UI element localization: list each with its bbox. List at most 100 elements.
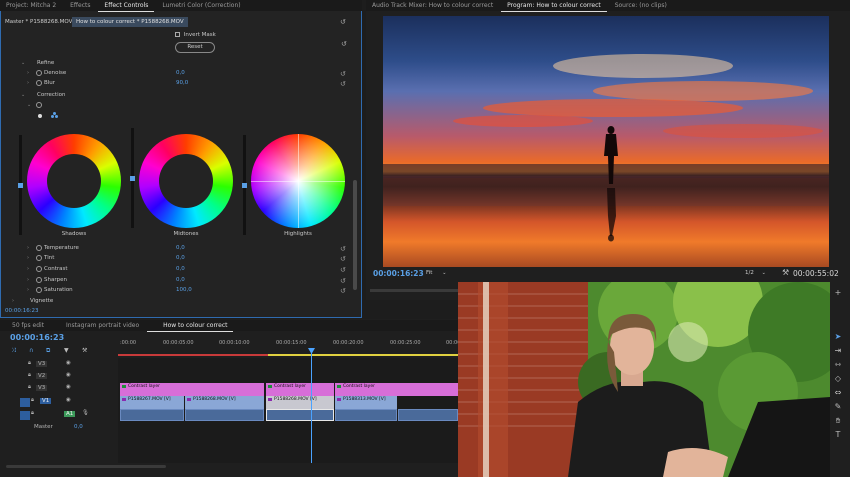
blur-row[interactable]: › Blur 90,0 ↺ [0, 78, 362, 88]
adjustment-clip[interactable]: Contrast layer [120, 383, 264, 396]
lock-icon[interactable]: 🔒︎ [28, 372, 31, 379]
tab-effects[interactable]: Effects [64, 0, 96, 11]
reset-button[interactable]: Reset [175, 42, 215, 53]
marker-icon[interactable]: ▼ [64, 347, 69, 354]
tab-audio-mixer[interactable]: Audio Track Mixer: How to colour correct [366, 0, 499, 11]
chevron-down-icon[interactable]: ⌄ [27, 100, 31, 110]
invert-mask-checkbox[interactable] [175, 32, 180, 37]
snap-icon[interactable]: ∩ [29, 347, 33, 354]
lock-icon[interactable]: 🔒︎ [28, 360, 31, 367]
eye-icon[interactable]: ◉ [66, 372, 71, 378]
source-patch-a1[interactable] [20, 411, 30, 420]
reset-icon[interactable]: ↺ [341, 40, 347, 48]
tab-program[interactable]: Program: How to colour correct [501, 0, 607, 12]
add-marker-icon[interactable]: + [833, 288, 843, 298]
denoise-value[interactable]: 0,0 [176, 68, 185, 78]
stopwatch-icon[interactable] [36, 255, 42, 261]
timeline-h-scrollbar[interactable] [6, 465, 166, 468]
saturation-value[interactable]: 100,0 [176, 285, 192, 295]
denoise-row[interactable]: › Denoise 0,0 ↺ [0, 68, 362, 78]
track-select-icon[interactable]: ⇥ [833, 346, 843, 356]
program-timecode[interactable]: 00:00:16:23 [373, 269, 424, 278]
three-wheels-icon[interactable] [51, 112, 58, 119]
eye-icon[interactable]: ◉ [66, 384, 71, 390]
temperature-value[interactable]: 0,0 [176, 243, 185, 253]
midtones-luma-slider[interactable] [130, 128, 135, 228]
chevron-right-icon[interactable]: › [27, 285, 29, 295]
contrast-row[interactable]: › Contrast 0,0 ↺ [0, 264, 362, 274]
eye-icon[interactable]: ◉ [66, 397, 71, 403]
sequence-clip-label[interactable]: How to colour correct * P1588268.MOV [72, 17, 188, 27]
audio-clip[interactable] [120, 409, 184, 421]
track-label-a1[interactable]: A1 [64, 411, 76, 417]
audio-clip[interactable] [335, 409, 397, 421]
reset-icon[interactable]: ↺ [340, 265, 346, 275]
selection-tool-icon[interactable]: ➤ [833, 332, 843, 342]
resolution-dropdown[interactable]: 1/2 ⌄ [745, 270, 766, 276]
eye-icon[interactable]: ◉ [66, 360, 71, 366]
tab-effect-controls[interactable]: Effect Controls [98, 0, 155, 12]
stopwatch-icon[interactable] [36, 287, 42, 293]
correction-row[interactable]: ⌄ Correction [0, 90, 362, 100]
stopwatch-icon[interactable] [36, 70, 42, 76]
reset-icon[interactable]: ↺ [340, 17, 346, 27]
video-clip[interactable]: P1588313.MOV [V] [335, 396, 397, 409]
lock-icon[interactable]: 🔒︎ [31, 397, 34, 404]
track-label-v1[interactable]: V1 [40, 398, 52, 404]
track-label-v3b[interactable]: V3 [36, 385, 48, 391]
stopwatch-icon[interactable] [36, 80, 42, 86]
mic-icon[interactable]: 🎙︎ [82, 410, 89, 416]
reset-icon[interactable]: ↺ [340, 79, 346, 89]
playhead-line[interactable] [311, 350, 312, 463]
settings-wrench-icon[interactable]: ⚒ [82, 347, 87, 354]
chevron-right-icon[interactable]: › [27, 264, 29, 274]
pen-tool-icon[interactable]: ✎ [833, 402, 843, 412]
audio-clip-selected[interactable] [266, 409, 334, 421]
type-tool-icon[interactable]: T [833, 430, 843, 440]
tab-how-to-colour-correct[interactable]: How to colour correct [147, 320, 234, 332]
master-volume-value[interactable]: 0,0 [74, 424, 83, 430]
tab-project[interactable]: Project: Mitcha 2 [0, 0, 62, 11]
stopwatch-icon[interactable] [36, 102, 42, 108]
saturation-row[interactable]: › Saturation 100,0 ↺ [0, 285, 362, 295]
slip-tool-icon[interactable]: ⇔ [833, 388, 843, 398]
stopwatch-icon[interactable] [36, 277, 42, 283]
tab-lumetri[interactable]: Lumetri Color (Correction) [156, 0, 246, 11]
reset-icon[interactable]: ↺ [340, 254, 346, 264]
timeline-ruler[interactable]: :00:00 00:00:05:00 00:00:10:00 00:00:15:… [118, 340, 460, 358]
tab-instagram[interactable]: Instagram portrait video [52, 320, 145, 331]
chevron-right-icon[interactable]: › [27, 275, 29, 285]
timeline-timecode[interactable]: 00:00:16:23 [10, 333, 64, 342]
highlights-luma-slider[interactable] [242, 135, 247, 235]
effect-controls-timecode[interactable]: 00:00:16:23 [5, 308, 39, 314]
reset-icon[interactable]: ↺ [340, 286, 346, 296]
highlights-wheel[interactable] [251, 134, 345, 228]
fit-dropdown[interactable]: Fit ⌄ [426, 270, 456, 279]
chevron-right-icon[interactable]: › [12, 296, 14, 306]
stopwatch-icon[interactable] [36, 245, 42, 251]
tab-source[interactable]: Source: (no clips) [609, 0, 673, 11]
ripple-edit-icon[interactable]: ⇿ [833, 360, 843, 370]
video-clip[interactable]: P1588267.MOV [V] [120, 396, 184, 409]
video-clip[interactable]: P1588268.MOV [V] [185, 396, 264, 409]
refine-row[interactable]: ⌄ Refine [0, 58, 362, 68]
wrench-icon[interactable]: ⚒ [782, 268, 789, 277]
blur-value[interactable]: 90,0 [176, 78, 188, 88]
lock-icon[interactable]: 🔒︎ [31, 410, 34, 417]
adjustment-clip[interactable]: Contrast layer [335, 383, 458, 396]
shadows-wheel[interactable] [27, 134, 121, 228]
chevron-right-icon[interactable]: › [27, 78, 29, 88]
audio-clip[interactable] [185, 409, 264, 421]
sharpen-value[interactable]: 0,0 [176, 275, 185, 285]
effect-controls-scrollbar[interactable] [353, 180, 357, 290]
wheel-mode-dot-icon[interactable] [38, 114, 42, 118]
shadows-luma-slider[interactable] [18, 135, 23, 235]
track-label-v3[interactable]: V3 [36, 361, 48, 367]
adjustment-clip[interactable]: Contrast layer [266, 383, 334, 396]
lock-icon[interactable]: 🔒︎ [28, 384, 31, 391]
chevron-right-icon[interactable]: › [27, 253, 29, 263]
chevron-right-icon[interactable]: › [27, 68, 29, 78]
chevron-down-icon[interactable]: ⌄ [21, 90, 25, 100]
nest-icon[interactable]: ⤨ [11, 347, 16, 355]
program-video-frame[interactable] [383, 16, 829, 267]
